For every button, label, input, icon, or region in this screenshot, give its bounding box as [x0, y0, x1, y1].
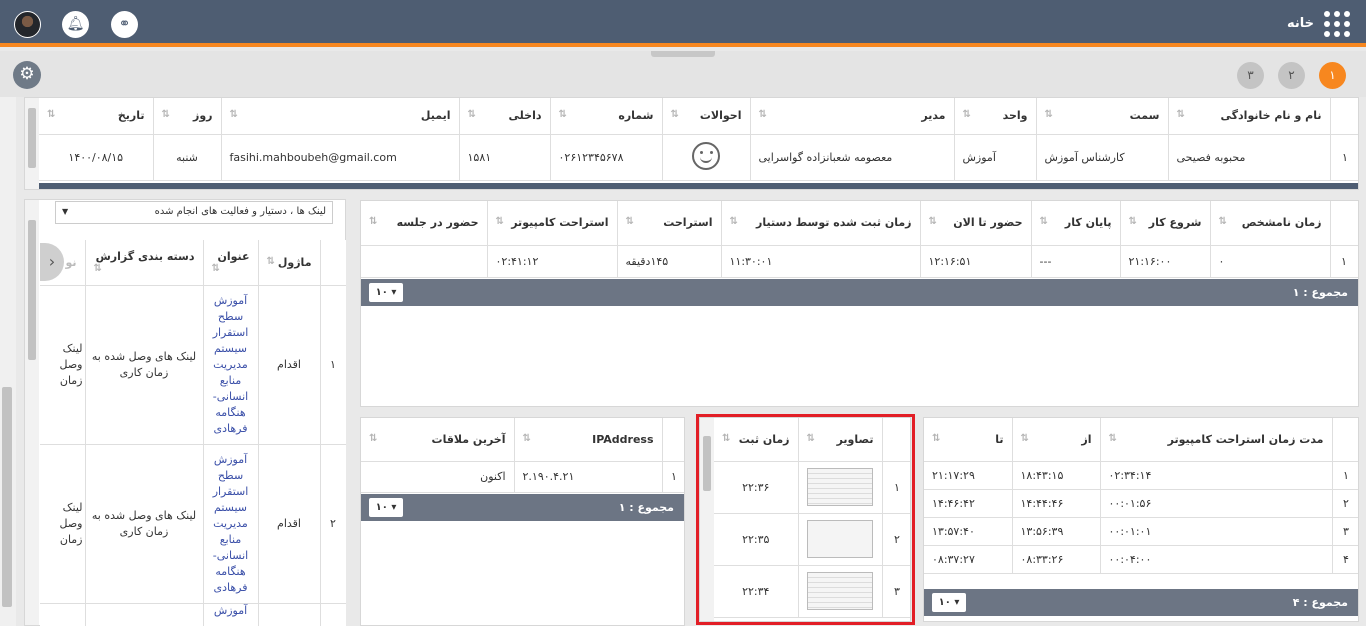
col-name[interactable]: نام و نام خانوادگی ⇅: [1168, 98, 1331, 135]
col-date[interactable]: تاریخ ⇅: [39, 98, 154, 135]
reports-scrollbar[interactable]: [25, 200, 39, 625]
pc-break-panel: مدت زمان استراحت کامپیوتر ⇅ از ⇅ تا ⇅ ۱ ۰۲:…: [923, 417, 1359, 622]
table-row[interactable]: ۲ ۰۰:۰۱:۵۶ ۱۴:۴۴:۴۶ ۱۴:۴۶:۴۲: [924, 489, 1358, 518]
screenshots-panel: تصاویر ⇅ زمان ثبت ⇅ ۱ ۲۲:۳۶ ۲ ۲۲:۳۵ ۳ ۲۲:۳…: [699, 417, 911, 622]
table-row[interactable]: ۳ ۲۲:۳۴: [714, 565, 910, 618]
ip-table: IPAddress ⇅ آخرین ملاقات ⇅ ۱ ۲.۱۹۰.۴.۲۱ اک…: [361, 418, 684, 493]
attendance-panel: زمان نامشخص ⇅ شروع کار ⇅ پایان کار ⇅ حضور ت…: [360, 200, 1359, 407]
employee-panel: نام و نام خانوادگی ⇅ سمت ⇅ واحد ⇅ مدیر ⇅ احو…: [24, 97, 1359, 190]
table-row[interactable]: ۱ ۰ ۲۱:۱۶:۰۰ --- ۱۲:۱۶:۵۱ ۱۱:۳۰:۰۱ ۱۴۵دق…: [361, 245, 1358, 278]
page-size-select[interactable]: ۱۰ ▾: [369, 498, 403, 517]
col-meeting[interactable]: حضور در جلسه ⇅: [361, 201, 488, 246]
table-row[interactable]: ۲ اقدام آموزش سطح استقرار سیستم مدیریت م…: [40, 444, 346, 604]
smiley-icon: [692, 141, 720, 170]
col-unit[interactable]: واحد ⇅: [954, 98, 1037, 135]
col-email[interactable]: ایمیل ⇅: [221, 98, 460, 135]
pc-break-table: مدت زمان استراحت کامپیوتر ⇅ از ⇅ تا ⇅ ۱ ۰۲:…: [924, 418, 1358, 574]
employee-scrollbar[interactable]: [25, 98, 39, 189]
page-scrollbar[interactable]: [0, 97, 16, 626]
col-duration[interactable]: مدت زمان استراحت کامپیوتر ⇅: [1100, 418, 1333, 462]
attendance-table: زمان نامشخص ⇅ شروع کار ⇅ پایان کار ⇅ حضور ت…: [361, 201, 1358, 278]
col-unknown[interactable]: زمان نامشخص ⇅: [1210, 201, 1331, 246]
screenshots-scrollbar[interactable]: [700, 418, 714, 621]
col-to[interactable]: تا ⇅: [924, 418, 1013, 462]
table-row[interactable]: ۴ ۰۰:۰۴:۰۰ ۰۸:۳۳:۲۶ ۰۸:۳۷:۲۷: [924, 545, 1358, 574]
reports-table: ماژول ⇅ عنوان ⇅ دسته بندی گزارش ⇅ نو ۱ اقدا…: [40, 240, 346, 626]
avatar[interactable]: [14, 11, 41, 38]
top-header: خانه 🔔︎ ⚭: [0, 0, 1366, 47]
tab-1[interactable]: ۱: [1319, 62, 1346, 89]
table-row[interactable]: ۲ ۲۲:۳۵: [714, 513, 910, 566]
attendance-footer: مجموع : ۱ ۱۰ ▾: [361, 279, 1358, 306]
link-icon[interactable]: ⚭: [111, 11, 138, 38]
col-images[interactable]: تصاویر ⇅: [798, 418, 883, 462]
gear-icon[interactable]: ⚙: [13, 61, 41, 89]
screenshot-thumbnail[interactable]: [807, 572, 873, 610]
report-filter-select[interactable]: لینک ها ، دستیار و فعالیت های انجام شده ▼: [55, 201, 333, 224]
table-row[interactable]: ۱ محبوبه فصیحی کارشناس آموزش آموزش معصوم…: [39, 134, 1358, 181]
table-row[interactable]: ۱ اقدام آموزش سطح استقرار سیستم مدیریت م…: [40, 285, 346, 445]
col-ext[interactable]: داخلی ⇅: [459, 98, 551, 135]
table-row[interactable]: ۳ ۰۰:۰۱:۰۱ ۱۳:۵۶:۳۹ ۱۳:۵۷:۴۰: [924, 517, 1358, 546]
col-pc-rest[interactable]: استراحت کامپیوتر ⇅: [487, 201, 618, 246]
col-phone[interactable]: شماره ⇅: [550, 98, 663, 135]
col-day[interactable]: روز ⇅: [153, 98, 222, 135]
col-module[interactable]: ماژول ⇅: [258, 240, 321, 286]
screenshot-thumbnail[interactable]: [807, 468, 873, 506]
table-row[interactable]: ۱ ۲.۱۹۰.۴.۲۱ اکنون: [361, 461, 684, 493]
col-ip[interactable]: IPAddress ⇅: [514, 418, 663, 462]
col-present[interactable]: حضور تا الان ⇅: [920, 201, 1032, 246]
home-link[interactable]: خانه: [1287, 16, 1314, 31]
screenshots-table: تصاویر ⇅ زمان ثبت ⇅ ۱ ۲۲:۳۶ ۲ ۲۲:۳۵ ۳ ۲۲:۳…: [714, 418, 910, 618]
col-mood[interactable]: احوالات ⇅: [662, 98, 751, 135]
page-size-select[interactable]: ۱۰ ▾: [369, 283, 403, 302]
table-row[interactable]: ۱ ۲۲:۳۶: [714, 461, 910, 514]
employee-table: نام و نام خانوادگی ⇅ سمت ⇅ واحد ⇅ مدیر ⇅ احو…: [39, 98, 1358, 181]
col-manager[interactable]: مدیر ⇅: [750, 98, 955, 135]
tab-2[interactable]: ۲: [1278, 62, 1305, 89]
col-start[interactable]: شروع کار ⇅: [1120, 201, 1211, 246]
col-from[interactable]: از ⇅: [1012, 418, 1101, 462]
table-row[interactable]: آموزش: [40, 603, 346, 626]
col-category[interactable]: دسته بندی گزارش ⇅: [85, 240, 204, 286]
tab-3[interactable]: ۳: [1237, 62, 1264, 89]
col-end[interactable]: پایان کار ⇅: [1031, 201, 1121, 246]
tab-strip: ⚙ ۱ ۲ ۳: [0, 51, 1366, 97]
table-row[interactable]: ۱ ۰۲:۳۴:۱۴ ۱۸:۴۳:۱۵ ۲۱:۱۷:۲۹: [924, 461, 1358, 490]
screenshot-thumbnail[interactable]: [807, 520, 873, 558]
col-rest[interactable]: استراحت ⇅: [617, 201, 722, 246]
page-size-select[interactable]: ۱۰ ▾: [932, 593, 966, 612]
col-record-time[interactable]: زمان ثبت ⇅: [714, 418, 799, 462]
apps-grid-icon[interactable]: [1324, 11, 1350, 37]
pc-break-footer: مجموع : ۴ ۱۰ ▾: [924, 589, 1358, 616]
collapse-handle[interactable]: [651, 51, 715, 57]
col-assistant[interactable]: زمان ثبت شده توسط دستیار ⇅: [721, 201, 921, 246]
col-last-visit[interactable]: آخرین ملاقات ⇅: [361, 418, 515, 462]
ip-footer: مجموع : ۱ ۱۰ ▾: [361, 494, 684, 521]
col-position[interactable]: سمت ⇅: [1036, 98, 1169, 135]
bell-icon[interactable]: 🔔︎: [62, 11, 89, 38]
ip-panel: IPAddress ⇅ آخرین ملاقات ⇅ ۱ ۲.۱۹۰.۴.۲۱ اک…: [360, 417, 685, 626]
col-title[interactable]: عنوان ⇅: [203, 240, 259, 286]
